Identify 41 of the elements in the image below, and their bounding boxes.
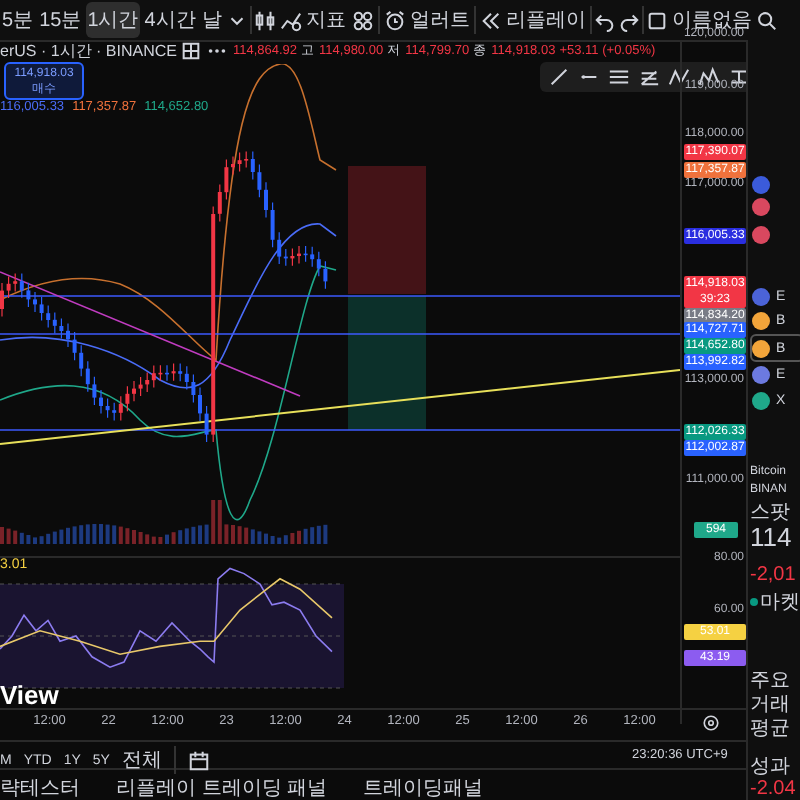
rewind-icon — [479, 9, 502, 31]
undo-icon[interactable] — [593, 9, 616, 31]
line-tool-icon[interactable] — [548, 66, 570, 88]
candlestick-icon[interactable] — [253, 9, 276, 31]
stat-label: 주요 — [750, 668, 790, 694]
alarm-clock-icon — [383, 9, 406, 31]
square-icon[interactable] — [645, 9, 668, 31]
stat-label: 거래 — [750, 692, 790, 718]
stat-label: 평균 — [750, 716, 790, 742]
interval-tab[interactable]: 5분 — [0, 2, 36, 38]
trend-line[interactable] — [0, 271, 301, 397]
grid-icon — [351, 9, 374, 31]
fib-icon[interactable] — [638, 66, 660, 88]
panel-tab[interactable]: 트레이딩패널 — [363, 774, 484, 800]
indicator-button[interactable]: 지표 — [277, 4, 348, 36]
range-button[interactable]: 전체 — [121, 746, 162, 774]
panel-tab[interactable]: 리플레이 트레이딩 패널 — [116, 774, 328, 800]
performance-value: -2.04 — [750, 778, 796, 800]
price-change: -2,01 — [750, 564, 796, 586]
market-type: 스팟 — [750, 500, 790, 526]
market-status: 마켓 — [750, 588, 800, 616]
symbol-title: erUS · 1시간 · BINANCE — [0, 39, 177, 61]
layouts-button[interactable] — [349, 7, 376, 33]
parallel-lines-icon[interactable] — [608, 66, 630, 88]
section-title: 성과 — [750, 754, 790, 780]
panel-tab[interactable]: 략테스터 — [0, 774, 80, 800]
replay-button[interactable]: 리플레이 — [477, 4, 588, 36]
horizontal-line[interactable] — [0, 429, 680, 431]
last-price: 114 — [750, 522, 792, 552]
redo-icon[interactable] — [617, 9, 640, 31]
interval-tab[interactable]: 4시간 — [142, 2, 198, 38]
alert-button[interactable]: 얼러트 — [381, 4, 472, 36]
indicator-icon — [279, 9, 302, 31]
logo-text: View — [0, 680, 59, 710]
interval-tab[interactable]: 날 — [199, 2, 224, 38]
interval-tab[interactable]: 15분 — [37, 2, 84, 38]
grid-icon[interactable] — [180, 39, 203, 61]
calendar-icon[interactable] — [187, 749, 210, 771]
interval-tab[interactable]: 1시간 — [85, 2, 141, 38]
settings-icon[interactable] — [702, 714, 720, 732]
search-icon[interactable] — [755, 9, 778, 31]
